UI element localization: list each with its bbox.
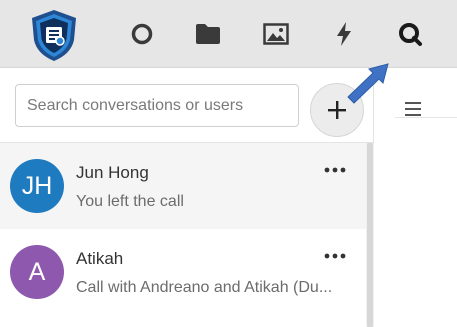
top-toolbar xyxy=(0,0,457,68)
image-icon[interactable] xyxy=(262,20,290,48)
conversations-panel: JH Jun Hong You left the call A Atikah C… xyxy=(0,68,374,327)
menu-icon[interactable] xyxy=(405,102,421,116)
plus-icon xyxy=(328,101,346,119)
scrollbar[interactable] xyxy=(366,143,374,327)
more-options-icon[interactable] xyxy=(322,163,348,177)
circle-icon[interactable] xyxy=(128,20,156,48)
chat-panel xyxy=(375,68,457,327)
lightning-icon[interactable] xyxy=(330,20,358,48)
avatar: A xyxy=(10,245,64,299)
conversation-name: Jun Hong xyxy=(76,163,149,182)
conversation-preview: You left the call xyxy=(76,193,184,210)
shield-logo-icon[interactable] xyxy=(26,7,82,63)
divider xyxy=(395,117,457,118)
conversation-item-atikah[interactable]: A Atikah Call with Andreano and Atikah (… xyxy=(0,229,366,315)
search-input[interactable] xyxy=(15,84,299,127)
conversation-item-jun-hong[interactable]: JH Jun Hong You left the call xyxy=(0,143,366,229)
conversation-list: JH Jun Hong You left the call A Atikah C… xyxy=(0,143,366,315)
new-conversation-button[interactable] xyxy=(310,83,364,137)
avatar: JH xyxy=(10,159,64,213)
conversation-name: Atikah xyxy=(76,249,124,268)
more-options-icon[interactable] xyxy=(322,249,348,263)
conversation-preview: Call with Andreano and Atikah (Du... xyxy=(76,279,333,296)
scrollbar-thumb[interactable] xyxy=(367,143,373,327)
folder-icon[interactable] xyxy=(194,20,222,48)
search-icon[interactable] xyxy=(396,20,424,48)
